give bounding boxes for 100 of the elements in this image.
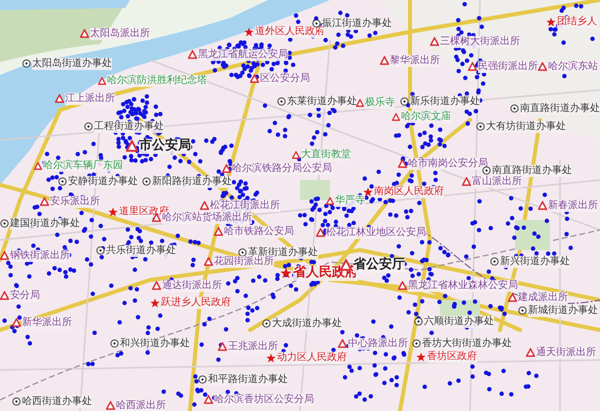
triangle-icon — [430, 37, 439, 46]
place-label: 新华派出所 — [22, 317, 72, 328]
place-label: 哈尔滨车辆厂东园 — [43, 160, 123, 172]
triangle-icon — [538, 62, 547, 72]
star-icon — [280, 267, 292, 280]
triangle-icon — [0, 291, 9, 300]
star-icon — [416, 352, 426, 362]
triangle-icon — [152, 281, 161, 290]
place-label: 黑龙江省林业森林公安局 — [408, 280, 518, 292]
place-label: 跃进乡人民政府 — [161, 297, 231, 308]
circle-dot-icon — [476, 122, 485, 132]
triangle-icon — [338, 339, 347, 348]
place-label: 道外区人民政府 — [255, 26, 325, 38]
place-label: 花园街派出所 — [214, 256, 274, 268]
place-label: 松花江林业地区公安局 — [326, 227, 426, 238]
place-label: 共乐街道办事处 — [106, 245, 176, 256]
triangle-icon — [380, 56, 389, 66]
place-label: 和平路街道办事处 — [208, 374, 288, 386]
place-label: 王兆派出所 — [228, 341, 278, 352]
place-label: 香坊区政府 — [427, 351, 477, 362]
triangle-icon — [392, 112, 400, 121]
triangle-icon — [55, 94, 64, 104]
place-label: 市公安局 — [139, 139, 191, 154]
place-label: 新春派出所 — [548, 200, 598, 212]
place-label: 通达街派出所 — [162, 280, 222, 292]
place-label: 哈尔滨铁路分局公安局 — [232, 163, 332, 174]
star-icon — [363, 186, 373, 197]
place-label: 哈尔滨香坊区公安分局 — [214, 394, 314, 406]
triangle-icon — [34, 162, 42, 170]
triangle-icon — [462, 177, 471, 186]
circle-dot-icon — [482, 166, 491, 176]
triangle-icon — [250, 74, 259, 84]
triangle-icon — [218, 342, 227, 352]
triangle-icon — [538, 201, 547, 210]
triangle-icon — [398, 159, 407, 168]
triangle-icon — [468, 62, 477, 72]
triangle-icon — [126, 140, 138, 152]
place-label: 哈尔滨防洪胜利纪念塔 — [107, 75, 207, 86]
place-label: 香坊大街街道办事处 — [422, 338, 512, 350]
place-label: 江上派出所 — [65, 93, 115, 104]
place-label: 通天街派出所 — [536, 347, 596, 358]
place-label: 哈西派出所 — [116, 400, 166, 411]
place-label: 南直路街道办事处 — [520, 103, 600, 114]
triangle-icon — [40, 197, 49, 206]
triangle-icon — [214, 227, 223, 236]
place-label: 哈市南岗公安分局 — [408, 158, 488, 170]
place-label: 建国街道办事处 — [10, 218, 80, 230]
triangle-icon — [292, 150, 300, 159]
place-label: 哈尔滨东站 — [548, 61, 598, 72]
circle-dot-icon — [198, 375, 207, 384]
triangle-icon — [356, 98, 364, 107]
triangle-icon — [508, 293, 517, 302]
place-label: 民强街派出所 — [478, 61, 538, 72]
place-label: 三棵树大街派出所 — [440, 36, 520, 48]
triangle-icon — [398, 281, 407, 290]
place-label: 松花江街派出所 — [210, 200, 280, 212]
place-label: 团结乡人 — [557, 16, 597, 28]
triangle-icon — [526, 348, 535, 358]
place-label: 大直街教堂 — [301, 149, 351, 160]
place-label: 安乐派出所 — [50, 196, 100, 208]
star-icon — [266, 352, 276, 363]
triangle-icon — [106, 401, 115, 410]
place-label: 钢铁街派出所 — [10, 250, 70, 262]
place-label: 富山派出所 — [472, 176, 522, 188]
place-label: 新兴街道办事处 — [500, 256, 570, 268]
star-icon — [546, 16, 556, 27]
triangle-icon — [80, 29, 89, 38]
triangle-icon — [222, 164, 231, 174]
place-label: 哈西街道办事处 — [22, 396, 92, 408]
place-label: 和兴街道办事处 — [120, 338, 190, 350]
place-label: 建成派出所 — [518, 292, 568, 304]
star-icon — [108, 206, 118, 217]
place-label: 区公安分局 — [260, 73, 310, 84]
place-label: 东莱街道办事处 — [287, 96, 357, 108]
place-label: 安分局 — [10, 290, 40, 302]
place-label: 六顺街道办事处 — [424, 316, 494, 328]
place-label: 黑龙江省航运公安局 — [198, 49, 288, 60]
place-label: 南直路街道办事处 — [492, 165, 572, 176]
place-label: 动力区人民政府 — [277, 352, 347, 364]
triangle-icon — [204, 395, 213, 404]
triangle-icon — [204, 257, 213, 266]
star-icon — [244, 26, 254, 37]
place-label: 大有坊街道办事处 — [486, 121, 566, 132]
place-label: 工程街道办事处 — [94, 121, 164, 132]
star-icon — [150, 298, 160, 308]
place-label: 南岗区人民政府 — [374, 186, 444, 198]
place-label: 哈尔滨文庙 — [401, 111, 451, 122]
triangle-icon — [188, 50, 197, 60]
place-label: 大成街道办事处 — [272, 318, 342, 330]
place-label: 黎华派出所 — [390, 55, 440, 66]
circle-dot-icon — [238, 248, 247, 258]
triangle-icon — [98, 76, 106, 85]
triangle-icon — [200, 201, 209, 210]
place-label: 太阳岛街道办事处 — [32, 58, 112, 70]
triangle-icon — [0, 251, 9, 260]
triangle-icon — [12, 318, 21, 328]
place-label: 中心路派出所 — [348, 338, 408, 350]
place-label: 极乐寺 — [365, 97, 395, 108]
place-label: 安静街道办事处 — [68, 176, 138, 188]
place-label: 华严寺 — [335, 195, 365, 206]
